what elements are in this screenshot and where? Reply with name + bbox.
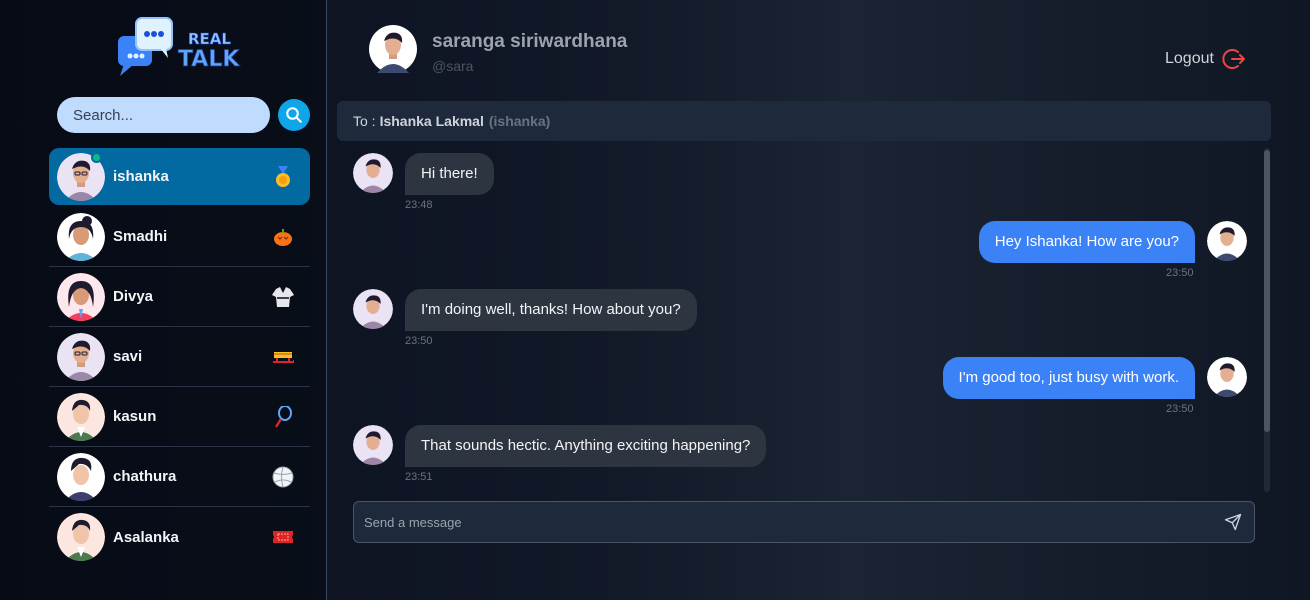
to-prefix: To : bbox=[353, 113, 376, 129]
svg-text:TALK: TALK bbox=[178, 47, 240, 72]
app-root: REAL TALK ishanka bbox=[0, 0, 1310, 600]
message-composer bbox=[353, 501, 1255, 543]
avatar bbox=[57, 513, 105, 561]
recipient-bar: To : Ishanka Lakmal (ishanka) bbox=[337, 101, 1271, 141]
message-bubble: I'm doing well, thanks! How about you? bbox=[405, 289, 697, 331]
message-bubble: I'm good too, just busy with work. bbox=[942, 357, 1195, 399]
contact-item-chathura[interactable]: chathura bbox=[49, 447, 310, 507]
logout-icon bbox=[1222, 49, 1245, 69]
contact-name: savi bbox=[113, 348, 143, 365]
chat-panel: saranga siriwardhana @sara Logout To : I… bbox=[327, 0, 1310, 600]
volleyball-icon bbox=[272, 466, 294, 488]
badminton-icon bbox=[272, 405, 294, 428]
avatar bbox=[57, 212, 105, 261]
contact-name: chathura bbox=[113, 468, 177, 485]
sidebar: REAL TALK ishanka bbox=[0, 0, 327, 600]
avatar bbox=[57, 332, 105, 381]
message-time: 23:48 bbox=[405, 199, 433, 211]
message-bubble: That sounds hectic. Anything exciting ha… bbox=[405, 425, 767, 467]
message-outgoing: Hey Ishanka! How are you? bbox=[978, 221, 1247, 263]
contact-item-divya[interactable]: Divya bbox=[49, 267, 310, 327]
pumpkin-icon bbox=[272, 226, 294, 248]
message-time: 23:50 bbox=[1166, 403, 1194, 415]
contact-name: ishanka bbox=[113, 168, 169, 185]
message-bubble: Hey Ishanka! How are you? bbox=[978, 221, 1195, 263]
contact-item-asalanka[interactable]: Asalanka bbox=[49, 507, 310, 567]
ticket-icon bbox=[272, 526, 294, 548]
app-logo: REAL TALK bbox=[116, 16, 246, 80]
avatar bbox=[1207, 221, 1247, 261]
contact-name: Asalanka bbox=[113, 528, 179, 546]
search-bar bbox=[57, 97, 310, 133]
message-time: 23:50 bbox=[405, 335, 433, 347]
sled-icon bbox=[272, 346, 294, 368]
contact-item-kasun[interactable]: kasun bbox=[49, 387, 310, 447]
message-input[interactable] bbox=[364, 514, 1222, 530]
contact-item-smadhi[interactable]: Smadhi bbox=[49, 207, 310, 267]
contact-item-savi[interactable]: savi bbox=[49, 327, 310, 387]
avatar bbox=[57, 452, 105, 501]
contact-list: ishanka Smadhi Divya savi kasun chathura… bbox=[49, 148, 310, 567]
svg-text:REAL: REAL bbox=[188, 30, 231, 48]
logout-button[interactable]: Logout bbox=[1165, 47, 1246, 71]
logout-label: Logout bbox=[1165, 50, 1214, 67]
avatar bbox=[57, 392, 105, 441]
search-icon bbox=[286, 107, 302, 123]
send-button[interactable] bbox=[1222, 511, 1244, 533]
contact-item-ishanka[interactable]: ishanka bbox=[49, 148, 310, 205]
current-user-handle: @sara bbox=[432, 58, 474, 74]
message-incoming: I'm doing well, thanks! How about you? bbox=[353, 289, 697, 331]
contact-name: kasun bbox=[113, 408, 157, 425]
message-incoming: Hi there! bbox=[353, 153, 494, 195]
karate-uniform-icon bbox=[272, 286, 294, 308]
message-time: 23:50 bbox=[1166, 267, 1194, 279]
user-avatar bbox=[369, 25, 417, 73]
contact-name: Smadhi bbox=[113, 228, 168, 245]
current-user-name: saranga siriwardhana bbox=[432, 31, 628, 52]
message-list: Hi there! 23:48 Hey Ishanka! How are you… bbox=[337, 147, 1263, 491]
medal-icon bbox=[272, 165, 294, 188]
search-input[interactable] bbox=[57, 97, 270, 133]
message-incoming: That sounds hectic. Anything exciting ha… bbox=[353, 425, 767, 467]
recipient-name: Ishanka Lakmal bbox=[379, 113, 484, 129]
message-bubble: Hi there! bbox=[405, 153, 494, 195]
avatar bbox=[353, 425, 393, 465]
contact-name: Divya bbox=[113, 288, 154, 305]
message-scrollbar-thumb[interactable] bbox=[1264, 150, 1270, 432]
avatar bbox=[57, 272, 105, 321]
online-indicator bbox=[91, 152, 102, 163]
send-icon bbox=[1224, 513, 1242, 531]
search-button[interactable] bbox=[278, 99, 310, 131]
recipient-handle: (ishanka) bbox=[488, 113, 551, 129]
message-outgoing: I'm good too, just busy with work. bbox=[942, 357, 1247, 399]
message-time: 23:51 bbox=[405, 471, 433, 483]
avatar bbox=[1207, 357, 1247, 397]
avatar bbox=[353, 153, 393, 193]
avatar bbox=[353, 289, 393, 329]
